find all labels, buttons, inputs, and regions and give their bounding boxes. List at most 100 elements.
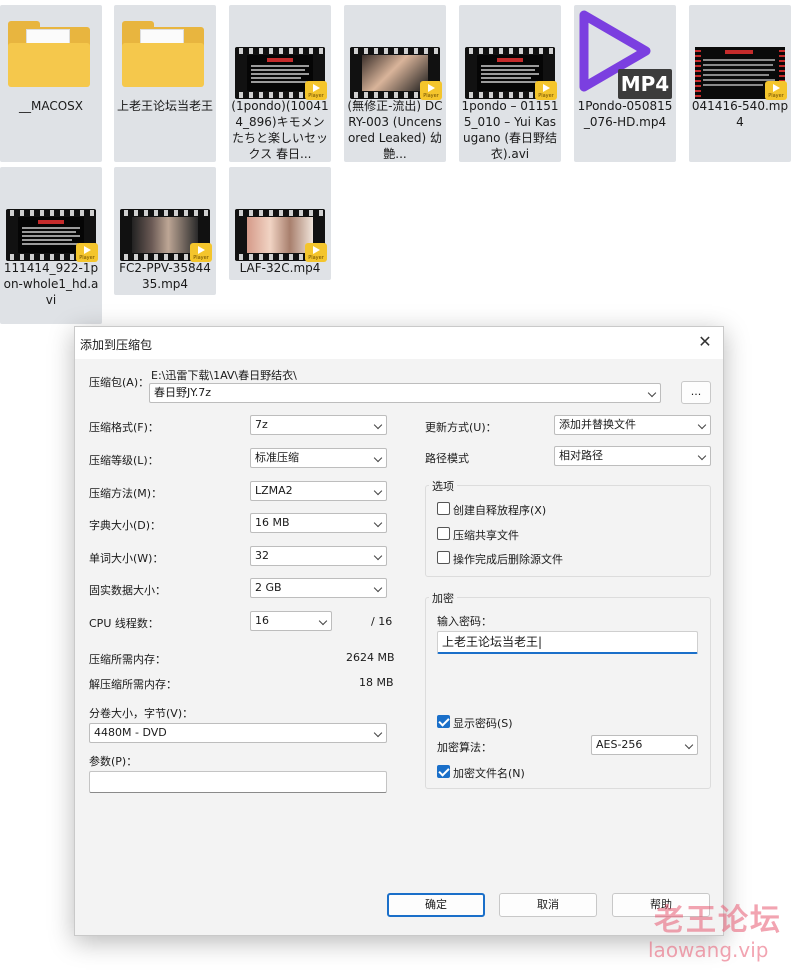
ok-button[interactable]: 确定: [387, 893, 485, 917]
format-label: 压缩格式(F)：: [89, 421, 159, 434]
screen: __MACOSX 上老王论坛当老王 Player (1pondo)(100414…: [0, 0, 800, 970]
file-name: __MACOSX: [18, 99, 83, 113]
format-value: 7z: [255, 418, 268, 431]
split-value: 4480M - DVD: [94, 726, 167, 739]
archive-label: 压缩包(A)：: [89, 376, 150, 389]
chevron-down-icon: [373, 583, 383, 593]
cpu-label: CPU 线程数：: [89, 617, 159, 630]
enc-method-label: 加密算法：: [437, 741, 492, 754]
file-name: 041416-540.mp4: [691, 99, 789, 129]
pathmode-value: 相对路径: [559, 449, 603, 462]
file-name: 上老王论坛当老王: [116, 99, 213, 113]
chevron-down-icon: [697, 420, 707, 430]
chevron-down-icon: [373, 453, 383, 463]
mem-comp-label: 压缩所需内存：: [89, 653, 166, 666]
pathmode-label: 路径模式: [425, 452, 469, 465]
chevron-down-icon: [373, 486, 383, 496]
encrypt-names-checkbox[interactable]: [437, 765, 450, 778]
params-input[interactable]: [89, 771, 387, 793]
level-label: 压缩等级(L)：: [89, 454, 159, 467]
file-tile-video9[interactable]: Player FC2-PPV-3584435.mp4: [114, 167, 216, 295]
cpu-select[interactable]: 16: [250, 611, 332, 631]
sfx-label: 创建自释放程序(X): [453, 504, 547, 517]
method-value: LZMA2: [255, 484, 293, 497]
pathmode-select[interactable]: 相对路径: [554, 446, 711, 466]
word-select[interactable]: 32: [250, 546, 387, 566]
encrypt-names-label: 加密文件名(N): [453, 767, 525, 780]
update-select[interactable]: 添加并替换文件: [554, 415, 711, 435]
method-select[interactable]: LZMA2: [250, 481, 387, 501]
video-file-icon: Player: [344, 5, 446, 100]
file-name: 111414_922-1pon-whole1_hd.avi: [3, 261, 99, 307]
solid-value: 2 GB: [255, 581, 282, 594]
encryption-title: 加密: [429, 590, 457, 606]
split-select[interactable]: 4480M - DVD: [89, 723, 387, 743]
update-label: 更新方式(U)：: [425, 421, 497, 434]
params-label: 参数(P)：: [89, 755, 138, 768]
word-value: 32: [255, 549, 269, 562]
password-input[interactable]: 上老王论坛当老王|: [437, 631, 698, 654]
file-tile-video5[interactable]: Player 1pondo – 011515_010 – Yui Kasugan…: [459, 5, 561, 162]
folder-icon: [114, 5, 216, 100]
sfx-checkbox[interactable]: [437, 502, 450, 515]
cpu-value: 16: [255, 614, 269, 627]
file-tile-mp4[interactable]: MP4 1Pondo-050815_076-HD.mp4: [574, 5, 676, 162]
close-icon[interactable]: ✕: [695, 332, 715, 352]
update-value: 添加并替换文件: [559, 418, 636, 431]
shared-checkbox[interactable]: [437, 527, 450, 540]
cancel-button[interactable]: 取消: [499, 893, 597, 917]
password-label: 输入密码：: [437, 615, 492, 628]
dict-label: 字典大小(D)：: [89, 519, 162, 532]
dialog-title: 添加到压缩包: [80, 338, 153, 352]
delete-source-label: 操作完成后删除源文件: [453, 553, 563, 566]
solid-label: 固实数据大小：: [89, 584, 166, 597]
file-tile-folder2[interactable]: 上老王论坛当老王: [114, 5, 216, 162]
video-file-icon: Player: [0, 167, 102, 262]
add-to-archive-dialog: 添加到压缩包 ✕ 压缩包(A)： E:\迅雷下载\1AV\春日野结衣\ 春日野J…: [74, 326, 724, 936]
delete-source-checkbox[interactable]: [437, 551, 450, 564]
solid-select[interactable]: 2 GB: [250, 578, 387, 598]
file-name: (1pondo)(100414_896)キモメンたちと楽しいセックス 春日...: [231, 99, 329, 161]
file-tile-macosx[interactable]: __MACOSX: [0, 5, 102, 162]
enc-method-value: AES-256: [596, 738, 643, 751]
video-file-icon: Player: [689, 5, 791, 100]
chevron-down-icon: [373, 518, 383, 528]
mem-decomp-value: 18 MB: [359, 676, 394, 689]
browse-button[interactable]: ...: [681, 381, 711, 404]
chevron-down-icon: [373, 420, 383, 430]
file-name: (無修正-流出) DCRY-003 (Uncensored Leaked) 幼艶…: [347, 99, 443, 161]
file-tile-video10[interactable]: Player LAF-32C.mp4: [229, 167, 331, 280]
format-select[interactable]: 7z: [250, 415, 387, 435]
shared-label: 压缩共享文件: [453, 529, 519, 542]
chevron-down-icon: [684, 740, 694, 750]
watermark-url: laowang.vip: [648, 938, 769, 962]
level-select[interactable]: 标准压缩: [250, 448, 387, 468]
file-tile-video4[interactable]: Player (無修正-流出) DCRY-003 (Uncensored Lea…: [344, 5, 446, 162]
dict-select[interactable]: 16 MB: [250, 513, 387, 533]
mp4-play-icon: MP4: [574, 5, 676, 100]
file-tile-video7[interactable]: Player 041416-540.mp4: [689, 5, 791, 162]
file-name: LAF-32C.mp4: [239, 261, 321, 275]
split-label: 分卷大小，字节(V)：: [89, 707, 194, 720]
mem-decomp-label: 解压缩所需内存：: [89, 678, 177, 691]
file-tile-video8[interactable]: Player 111414_922-1pon-whole1_hd.avi: [0, 167, 102, 324]
method-label: 压缩方法(M)：: [89, 487, 163, 500]
show-password-label: 显示密码(S): [453, 717, 513, 730]
archive-name-combo[interactable]: 春日野JY.7z: [149, 383, 661, 403]
cpu-max: / 16: [371, 615, 393, 628]
video-file-icon: Player: [229, 5, 331, 100]
word-label: 单词大小(W)：: [89, 552, 164, 565]
mem-comp-value: 2624 MB: [346, 651, 395, 664]
title-bar: 添加到压缩包 ✕: [75, 327, 723, 359]
watermark-logo: 老王论坛: [654, 903, 782, 938]
show-password-checkbox[interactable]: [437, 715, 450, 728]
chevron-down-icon: [697, 451, 707, 461]
folder-icon: [0, 5, 102, 100]
level-value: 标准压缩: [255, 451, 299, 464]
options-title: 选项: [429, 478, 457, 494]
file-tile-video3[interactable]: Player (1pondo)(100414_896)キモメンたちと楽しいセック…: [229, 5, 331, 162]
enc-method-select[interactable]: AES-256: [591, 735, 698, 755]
video-file-icon: Player: [459, 5, 561, 100]
chevron-down-icon: [647, 388, 657, 398]
chevron-down-icon: [373, 551, 383, 561]
